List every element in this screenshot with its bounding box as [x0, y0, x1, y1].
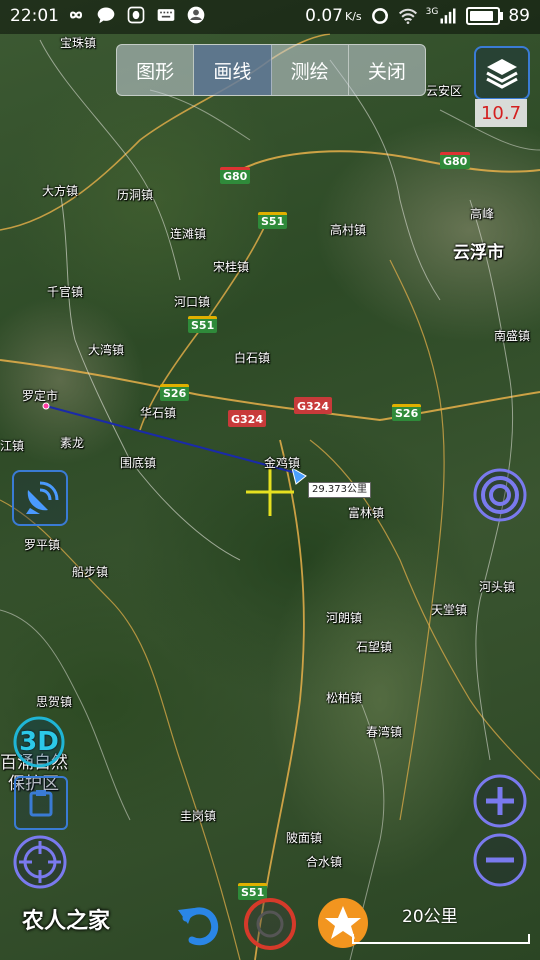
watermark-text: 农人之家	[22, 909, 111, 934]
town-label: 云安区	[426, 84, 463, 98]
layers-button[interactable]	[474, 46, 530, 100]
3d-label: 3D	[19, 727, 59, 757]
layers-icon	[486, 59, 518, 89]
town-label: 大湾镇	[88, 343, 125, 357]
measure-tool-button[interactable]	[14, 776, 68, 830]
center-crosshair	[246, 468, 294, 516]
locate-button[interactable]	[12, 834, 68, 890]
town-label: 河朗镇	[326, 611, 363, 625]
town-label: 连滩镇	[170, 227, 207, 241]
town-label: 石望镇	[356, 640, 393, 654]
keyboard-icon	[157, 9, 175, 21]
highway-shield: G80	[220, 167, 251, 184]
town-label: 富林镇	[348, 506, 385, 520]
town-label: 宝珠镇	[60, 36, 97, 50]
watermark: 农人之家	[22, 903, 110, 935]
highway-shield: G324	[294, 397, 332, 414]
scale-bar	[352, 934, 530, 944]
mode-tabs: 图形 画线 测绘 关闭	[116, 44, 426, 96]
status-bar: 22:01 0.07 K/s 3G 89	[0, 0, 540, 34]
undo-arrow-icon	[178, 907, 219, 946]
record-button[interactable]	[242, 896, 298, 952]
town-label: 天堂镇	[431, 603, 468, 617]
account-icon	[187, 6, 205, 24]
3d-toggle-button[interactable]: 3D	[12, 715, 66, 769]
satellite-map[interactable]: 宝珠镇 云安区 大方镇 历洞镇 连滩镇 高村镇 高峰 云浮市 宋桂镇 千官镇 河…	[0, 0, 540, 960]
town-label: 高村镇	[330, 223, 367, 237]
highway-shield: S26	[160, 384, 190, 401]
tab-shapes[interactable]: 图形	[117, 45, 195, 95]
wifi-icon	[398, 8, 417, 24]
town-label: 宋桂镇	[213, 260, 250, 274]
town-label: 南盛镇	[494, 329, 531, 343]
highway-shield: G324	[228, 410, 266, 427]
location-target-button[interactable]	[472, 467, 528, 523]
town-label: 河口镇	[174, 295, 211, 309]
tab-close[interactable]: 关闭	[349, 45, 425, 95]
minus-icon	[473, 833, 527, 887]
town-label: 金鸡镇	[264, 456, 301, 470]
network-type: 3G	[425, 7, 439, 17]
compass-button[interactable]	[12, 470, 68, 526]
network-speed: 0.07	[305, 6, 343, 26]
distance-label: 29.373公里	[308, 482, 371, 498]
clock: 22:01	[10, 6, 59, 26]
town-label: 罗平镇	[24, 538, 61, 552]
battery-percent: 89	[508, 6, 530, 26]
town-label: 围底镇	[120, 456, 157, 470]
plus-icon	[473, 774, 527, 828]
town-label: 春湾镇	[366, 725, 403, 739]
target-circle-icon	[473, 468, 527, 522]
do-not-disturb-icon	[371, 8, 388, 24]
town-label: 千官镇	[47, 285, 84, 299]
tab-draw-line[interactable]: 画线	[194, 45, 272, 95]
chat-bubble-icon	[97, 7, 115, 24]
town-label: 华石镇	[140, 406, 177, 420]
zoom-level: 10.7	[475, 99, 527, 127]
town-label: 圭岗镇	[180, 809, 217, 823]
town-label: 合水镇	[306, 855, 343, 869]
tab-survey[interactable]: 测绘	[272, 45, 349, 95]
highway-shield: S51	[188, 316, 218, 333]
town-label: 历洞镇	[117, 188, 154, 202]
road-network	[0, 33, 540, 960]
town-label: 素龙	[60, 436, 85, 450]
undo-button[interactable]	[174, 898, 224, 950]
zoom-out-button[interactable]	[472, 832, 528, 888]
town-label: 河头镇	[479, 580, 516, 594]
highway-shield: G80	[440, 152, 471, 169]
town-label: 江镇	[0, 439, 25, 453]
zoom-in-button[interactable]	[472, 773, 528, 829]
town-label: 思贺镇	[36, 695, 73, 709]
locate-crosshair-icon	[13, 835, 67, 889]
highway-shield: S51	[258, 212, 288, 229]
record-icon	[244, 898, 296, 950]
town-label: 高峰	[470, 207, 495, 221]
town-label: 罗定市	[22, 389, 59, 403]
scale-label: 20公里	[402, 907, 458, 927]
network-speed-unit: K/s	[345, 9, 362, 23]
city-label: 云浮市	[453, 243, 504, 263]
qq-icon	[127, 6, 145, 24]
clipboard-icon	[29, 790, 53, 817]
highway-shield: S26	[392, 404, 422, 421]
infinity-icon	[69, 11, 83, 19]
battery-icon	[466, 7, 504, 25]
town-label: 陂面镇	[286, 831, 323, 845]
town-label: 船步镇	[72, 565, 109, 579]
satellite-dish-icon	[26, 481, 59, 514]
town-label: 大方镇	[42, 184, 79, 198]
town-label: 白石镇	[234, 351, 271, 365]
town-label: 松柏镇	[326, 691, 363, 705]
signal-strength-icon	[440, 8, 456, 24]
